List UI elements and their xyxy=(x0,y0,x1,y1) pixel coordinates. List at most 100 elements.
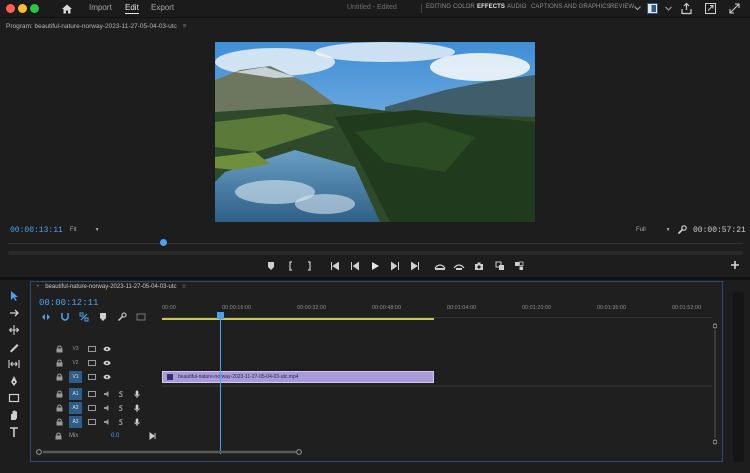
close-icon[interactable]: × xyxy=(36,284,40,290)
step-back-icon[interactable] xyxy=(350,261,360,271)
tab-import[interactable]: Import xyxy=(89,3,112,12)
horizontal-scrollbar[interactable] xyxy=(36,449,706,455)
panel-divider[interactable] xyxy=(0,277,750,280)
lock-icon[interactable] xyxy=(56,418,63,426)
track-select-tool-icon[interactable] xyxy=(8,307,20,319)
extract-icon[interactable] xyxy=(453,261,465,271)
program-zoom-scrollbar[interactable] xyxy=(8,251,743,255)
track-target-a3[interactable]: A3 xyxy=(69,416,82,428)
tab-export[interactable]: Export xyxy=(151,3,174,12)
zoom-level-select[interactable]: Fit ▼ xyxy=(70,227,100,233)
comparison-view-icon[interactable] xyxy=(495,261,505,271)
lock-icon[interactable] xyxy=(55,432,62,440)
microphone-icon[interactable] xyxy=(133,418,141,426)
home-icon[interactable] xyxy=(61,3,73,15)
play-icon[interactable] xyxy=(370,261,380,271)
timeline-settings-wrench-icon[interactable] xyxy=(117,312,127,322)
insert-nest-icon[interactable] xyxy=(41,312,51,322)
track-header-v2[interactable]: V2 xyxy=(51,356,163,370)
program-monitor-title[interactable]: Program: beautiful-nature-norway-2023-11… xyxy=(6,23,186,30)
mark-out-icon[interactable] xyxy=(304,261,314,271)
work-area-bar[interactable] xyxy=(162,318,434,320)
timeline-time-ruler[interactable]: 00:00 00:00:16:00 00:00:32:00 00:00:48:0… xyxy=(162,302,712,318)
microphone-icon[interactable] xyxy=(133,390,141,398)
mark-in-icon[interactable] xyxy=(286,261,296,271)
video-clip[interactable]: beautiful-nature-norway-2023-11-27-05-04… xyxy=(162,371,434,383)
solo-icon[interactable] xyxy=(117,404,125,412)
sync-lock-icon[interactable] xyxy=(88,390,96,398)
go-to-end-icon[interactable] xyxy=(149,432,157,440)
vertical-scrollbar[interactable] xyxy=(713,322,717,446)
eye-icon[interactable] xyxy=(103,373,111,381)
panel-menu-icon[interactable]: ≡ xyxy=(183,23,187,30)
playback-resolution-select[interactable]: Full ▼ xyxy=(636,227,671,233)
track-target-a2[interactable]: A2 xyxy=(69,402,82,414)
eye-icon[interactable] xyxy=(103,345,111,353)
track-target-v1[interactable]: V1 xyxy=(69,371,82,383)
tab-edit[interactable]: Edit xyxy=(125,3,139,14)
microphone-icon[interactable] xyxy=(133,404,141,412)
lock-icon[interactable] xyxy=(56,404,63,412)
lock-icon[interactable] xyxy=(56,359,63,367)
share-export-icon[interactable] xyxy=(680,2,693,15)
lock-icon[interactable] xyxy=(56,390,63,398)
program-timecode-current[interactable]: 00:00:13:11 xyxy=(10,226,63,235)
sync-lock-icon[interactable] xyxy=(88,345,96,353)
sync-lock-icon[interactable] xyxy=(88,373,96,381)
program-monitor-video[interactable] xyxy=(215,42,535,222)
add-marker-icon[interactable] xyxy=(98,312,108,322)
pen-tool-icon[interactable] xyxy=(8,375,20,387)
lock-icon[interactable] xyxy=(56,373,63,381)
track-header-a3[interactable]: A3 xyxy=(51,415,163,429)
go-to-in-icon[interactable] xyxy=(330,261,340,271)
linked-selection-icon[interactable] xyxy=(79,312,89,322)
eye-icon[interactable] xyxy=(103,359,111,367)
settings-wrench-icon[interactable] xyxy=(677,225,687,235)
close-window-button[interactable] xyxy=(6,4,15,13)
lock-icon[interactable] xyxy=(56,345,63,353)
workspace-menu-chevron-icon[interactable] xyxy=(631,2,644,15)
button-editor-plus-icon[interactable] xyxy=(729,259,741,271)
track-target-v2[interactable]: V2 xyxy=(69,357,82,369)
sync-lock-icon[interactable] xyxy=(88,418,96,426)
selection-tool-icon[interactable] xyxy=(8,290,20,302)
mute-icon[interactable] xyxy=(103,404,111,412)
sequence-tab[interactable]: × beautiful-nature-norway-2023-11-27-05-… xyxy=(36,284,186,290)
add-marker-icon[interactable] xyxy=(266,261,276,271)
zoom-window-button[interactable] xyxy=(30,4,39,13)
sync-lock-icon[interactable] xyxy=(88,404,96,412)
panel-layout-icon[interactable] xyxy=(646,2,659,15)
multi-camera-icon[interactable] xyxy=(514,261,524,271)
track-target-a1[interactable]: A1 xyxy=(69,388,82,400)
program-mini-timeline-ruler[interactable] xyxy=(8,240,743,244)
workspace-effects[interactable]: EFFECTS xyxy=(477,4,505,10)
ripple-edit-tool-icon[interactable] xyxy=(8,324,20,336)
lift-icon[interactable] xyxy=(434,261,446,271)
type-tool-icon[interactable] xyxy=(8,426,20,438)
track-header-a2[interactable]: A2 xyxy=(51,401,163,415)
workspace-audio[interactable]: AUDIO xyxy=(507,4,527,10)
track-header-a1[interactable]: A1 xyxy=(51,387,163,401)
timeline-playhead-line[interactable] xyxy=(220,318,221,454)
track-target-v3[interactable]: V3 xyxy=(69,343,82,355)
solo-icon[interactable] xyxy=(117,418,125,426)
rectangle-tool-icon[interactable] xyxy=(8,392,20,404)
slip-tool-icon[interactable] xyxy=(8,358,20,370)
workspace-color[interactable]: COLOR xyxy=(453,4,475,10)
track-header-v3[interactable]: V3 xyxy=(51,342,163,356)
sync-lock-icon[interactable] xyxy=(88,359,96,367)
chevron-down-icon[interactable] xyxy=(662,2,675,15)
track-header-v1[interactable]: V1 xyxy=(51,370,163,384)
razor-tool-icon[interactable] xyxy=(8,341,20,353)
hand-tool-icon[interactable] xyxy=(8,409,20,421)
fullscreen-icon[interactable] xyxy=(728,2,741,15)
workspace-captions-and-graphics[interactable]: CAPTIONS AND GRAPHICS xyxy=(531,4,611,10)
workspace-editing[interactable]: EDITING xyxy=(426,4,451,10)
go-to-out-icon[interactable] xyxy=(410,261,420,271)
mute-icon[interactable] xyxy=(103,390,111,398)
timeline-timecode[interactable]: 00:00:12:11 xyxy=(39,298,98,308)
timeline-panel[interactable]: × beautiful-nature-norway-2023-11-27-05-… xyxy=(30,281,723,462)
captions-icon[interactable] xyxy=(136,312,146,322)
mix-track-volume[interactable]: 0.0 xyxy=(111,433,119,439)
step-forward-icon[interactable] xyxy=(390,261,400,271)
